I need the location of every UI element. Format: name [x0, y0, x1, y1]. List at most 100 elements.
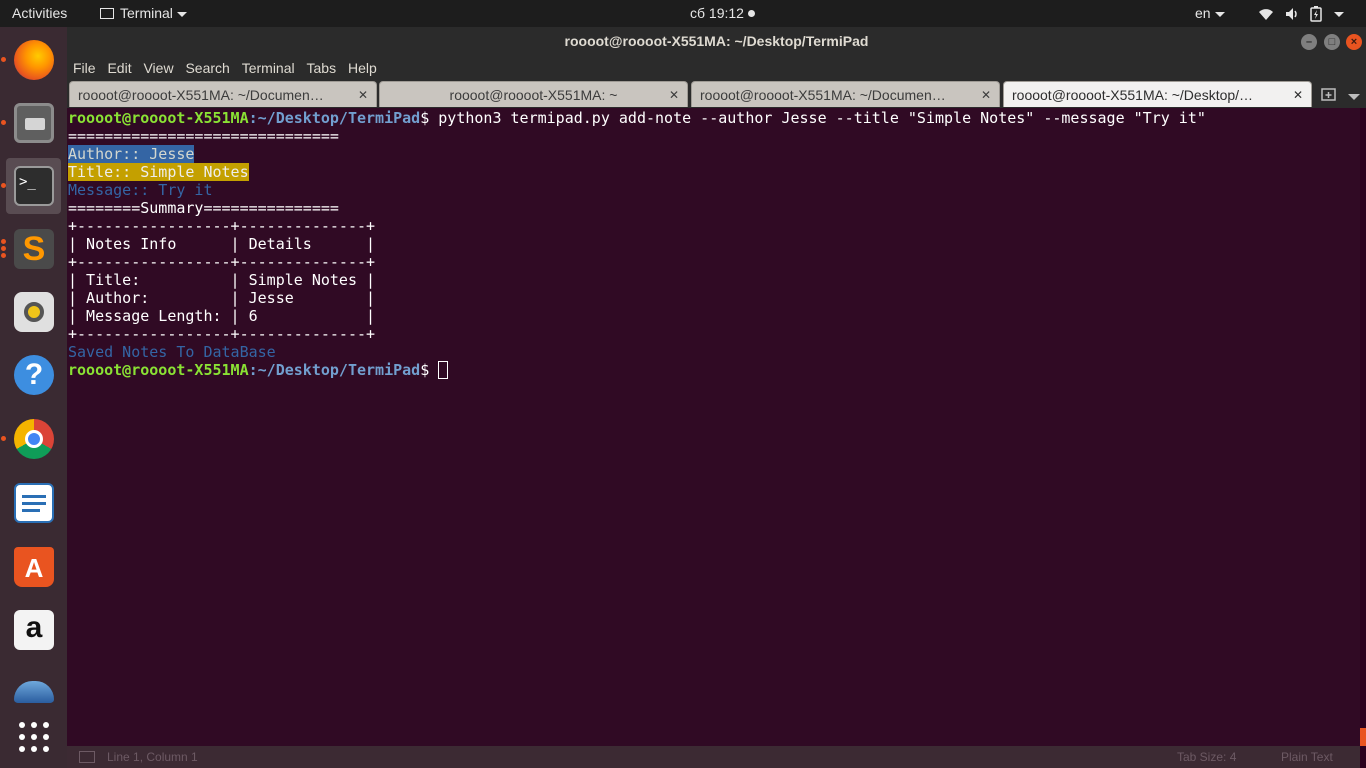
dock-software[interactable]: A	[6, 539, 61, 595]
language-indicator[interactable]: en	[1195, 0, 1225, 27]
thunderbird-icon	[14, 681, 54, 703]
amazon-icon: a	[14, 610, 54, 650]
summary-line: ========Summary===============	[68, 199, 339, 217]
new-tab-button[interactable]	[1320, 85, 1338, 103]
language-label: en	[1195, 5, 1211, 21]
title-line: Title:: Simple Notes	[68, 163, 249, 181]
title-highlight: Title:: Simple Notes	[68, 163, 249, 181]
author-highlight: Author:: Jesse	[68, 145, 195, 163]
syntax-mode: Plain Text	[1281, 750, 1333, 764]
close-icon[interactable]: ✕	[358, 82, 368, 107]
firefox-icon	[14, 40, 54, 80]
menu-search[interactable]: Search	[185, 55, 229, 81]
chrome-icon	[14, 419, 54, 459]
clock-label: сб 19:12	[690, 5, 744, 21]
tabs-menu-button[interactable]	[1348, 87, 1362, 101]
notification-dot-icon	[747, 9, 755, 17]
help-icon: ?	[14, 355, 54, 395]
close-icon[interactable]: ✕	[1293, 82, 1303, 107]
close-window-button[interactable]: ×	[1346, 34, 1362, 50]
command-text: python3 termipad.py add-note --author Je…	[429, 109, 1206, 127]
editor-status-bar: Line 1, Column 1 Tab Size: 4 Plain Text	[67, 746, 1360, 768]
close-icon[interactable]: ✕	[669, 82, 679, 107]
separator-line: ==============================	[68, 127, 339, 145]
menu-edit[interactable]: Edit	[107, 55, 131, 81]
tab-label: roooot@roooot-X551MA: ~	[449, 87, 618, 103]
tab-label: roooot@roooot-X551MA: ~/Desktop/…	[1012, 87, 1254, 103]
menu-tabs[interactable]: Tabs	[307, 55, 337, 81]
volume-icon	[1286, 8, 1297, 21]
dock-files[interactable]	[1, 95, 61, 151]
running-indicator	[1, 120, 6, 125]
menu-terminal[interactable]: Terminal	[242, 55, 295, 81]
running-indicator	[1, 246, 6, 251]
prompt-user: roooot@roooot-X551MA	[68, 361, 249, 379]
clock[interactable]: сб 19:12	[690, 0, 755, 27]
rhythmbox-icon	[14, 292, 54, 332]
running-indicator	[1, 436, 6, 441]
tab-size: Tab Size: 4	[1177, 750, 1237, 764]
prompt-symbol: $	[420, 361, 430, 379]
terminal-output[interactable]: roooot@roooot-X551MA:~/Desktop/TermiPad$…	[67, 108, 1360, 746]
wifi-icon	[1259, 9, 1273, 21]
new-tab-icon	[1321, 88, 1336, 101]
tab-4-active[interactable]: roooot@roooot-X551MA: ~/Desktop/… ✕	[1003, 81, 1312, 107]
dock-amazon[interactable]: a	[6, 602, 61, 658]
table-border: +-----------------+--------------+	[68, 253, 376, 271]
tab-label: roooot@roooot-X551MA: ~/Documen…	[78, 87, 324, 103]
menu-help[interactable]: Help	[348, 55, 377, 81]
close-icon: ×	[1350, 36, 1358, 48]
close-icon[interactable]: ✕	[981, 82, 991, 107]
dock-rhythmbox[interactable]	[6, 284, 61, 340]
menu-file[interactable]: File	[73, 55, 96, 81]
app-menu[interactable]: Terminal	[100, 0, 187, 27]
tab-label: roooot@roooot-X551MA: ~/Documen…	[700, 87, 946, 103]
software-center-icon: A	[14, 547, 54, 587]
dock-chrome[interactable]	[1, 411, 61, 467]
dock-sublime[interactable]: S	[1, 221, 61, 277]
menu-bar: File Edit View Search Terminal Tabs Help	[67, 55, 1366, 81]
app-menu-label: Terminal	[120, 5, 173, 21]
tab-2[interactable]: roooot@roooot-X551MA: ~ ✕	[379, 81, 688, 107]
maximize-button[interactable]: □	[1324, 34, 1340, 50]
terminal-icon	[100, 7, 114, 19]
maximize-icon: □	[1328, 36, 1336, 48]
dock: >_ S ? A a	[0, 27, 67, 768]
window-titlebar[interactable]: roooot@roooot-X551MA: ~/Desktop/TermiPad…	[67, 27, 1366, 55]
table-row: | Author: | Jesse |	[68, 289, 376, 307]
battery-icon	[1310, 6, 1322, 23]
activities-button[interactable]: Activities	[12, 0, 67, 27]
system-tray[interactable]	[1258, 0, 1344, 27]
chevron-down-icon	[1348, 94, 1360, 100]
text-cursor	[438, 361, 449, 379]
current-prompt: roooot@roooot-X551MA:~/Desktop/TermiPad$	[68, 361, 449, 379]
tab-3[interactable]: roooot@roooot-X551MA: ~/Documen… ✕	[691, 81, 1000, 107]
dock-firefox[interactable]	[1, 32, 61, 88]
prompt-user: roooot@roooot-X551MA	[68, 109, 249, 127]
tab-bar: roooot@roooot-X551MA: ~/Documen… ✕ roooo…	[67, 81, 1366, 108]
panel-icon	[79, 751, 95, 763]
scrollbar-thumb[interactable]	[1360, 728, 1366, 746]
table-row: | Message Length: | 6 |	[68, 307, 376, 325]
tab-1[interactable]: roooot@roooot-X551MA: ~/Documen… ✕	[69, 81, 377, 107]
files-icon	[14, 103, 54, 143]
dock-writer[interactable]	[6, 475, 61, 531]
chevron-down-icon	[1334, 11, 1344, 17]
chevron-down-icon	[176, 11, 187, 17]
dock-app-grid[interactable]	[6, 709, 61, 765]
menu-view[interactable]: View	[143, 55, 173, 81]
running-indicator	[1, 239, 6, 244]
dock-help[interactable]: ?	[6, 347, 61, 403]
scrollbar[interactable]	[1360, 108, 1366, 746]
table-row: | Title: | Simple Notes |	[68, 271, 376, 289]
dock-terminal[interactable]: >_	[1, 158, 61, 214]
table-border: +-----------------+--------------+	[68, 325, 376, 343]
window-title: roooot@roooot-X551MA: ~/Desktop/TermiPad	[564, 33, 869, 49]
writer-icon	[14, 483, 54, 523]
saved-message: Saved Notes To DataBase	[68, 343, 276, 361]
table-border: +-----------------+--------------+	[68, 217, 376, 235]
minimize-icon: –	[1305, 36, 1313, 48]
running-indicator	[1, 253, 6, 258]
command-line: roooot@roooot-X551MA:~/Desktop/TermiPad$…	[68, 109, 1206, 127]
minimize-button[interactable]: –	[1301, 34, 1317, 50]
